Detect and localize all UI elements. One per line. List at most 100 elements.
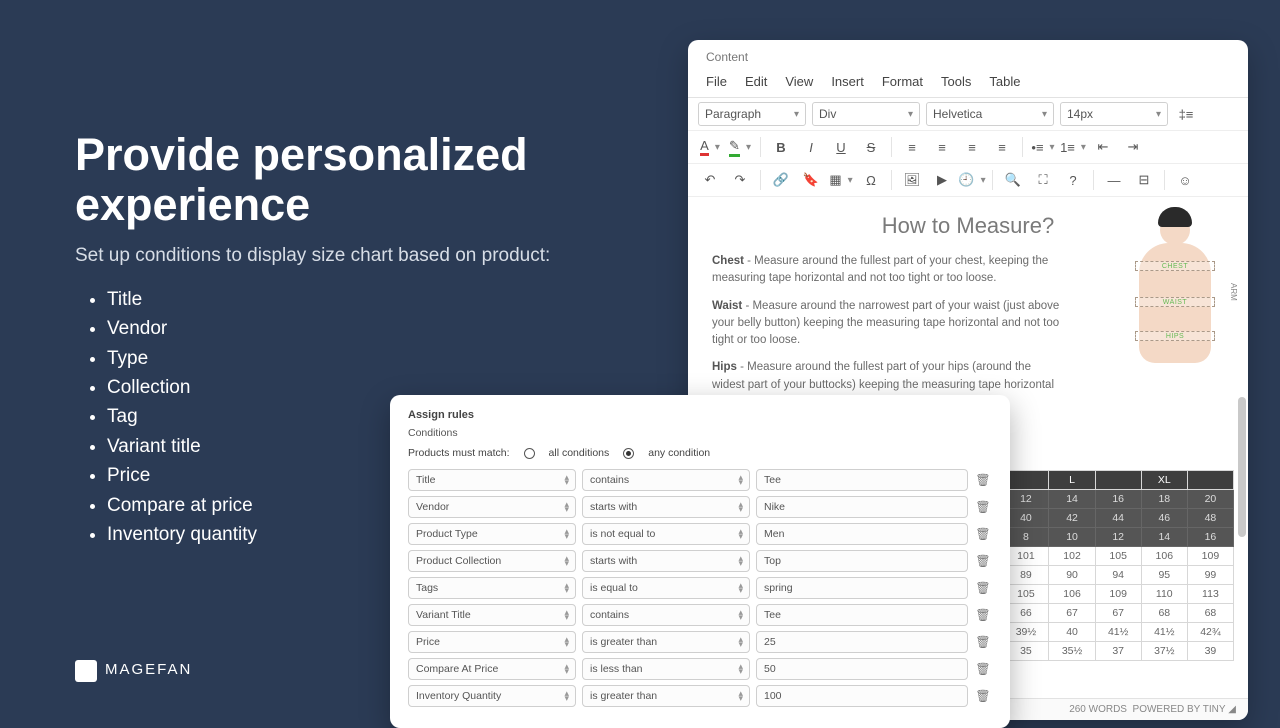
special-char-button[interactable]: Ω [859, 168, 883, 192]
editor-scrollbar[interactable] [1238, 397, 1246, 537]
hips-band-label: HIPS [1135, 331, 1215, 341]
bookmark-button[interactable]: 🔖 [799, 168, 823, 192]
size-col-header [1187, 471, 1233, 490]
undo-button[interactable]: ↶ [698, 168, 722, 192]
highlight-color-button[interactable]: ✎▾ [728, 135, 752, 159]
menu-insert[interactable]: Insert [831, 74, 864, 89]
rule-field-select[interactable]: Product Type▴▾ [408, 523, 576, 545]
rule-value-input[interactable]: 100 [756, 685, 968, 707]
line-height-button[interactable]: ‡≡ [1174, 102, 1198, 126]
rule-row: Variant Title▴▾ contains▴▾ Tee 🗑 [408, 604, 992, 626]
rule-row: Product Collection▴▾ starts with▴▾ Top 🗑 [408, 550, 992, 572]
delete-rule-button[interactable]: 🗑 [974, 473, 992, 487]
match-label: Products must match: [408, 447, 510, 459]
radio-all-conditions[interactable] [524, 448, 535, 459]
rule-operator-select[interactable]: contains▴▾ [582, 604, 750, 626]
powered-by: POWERED BY TINY [1133, 704, 1226, 715]
redo-button[interactable]: ↷ [728, 168, 752, 192]
container-format-select[interactable]: Div▾ [812, 102, 920, 126]
size-cell: 106 [1049, 585, 1095, 604]
size-cell: 44 [1095, 509, 1141, 528]
strikethrough-button[interactable]: S [859, 135, 883, 159]
radio-any-condition[interactable] [623, 448, 634, 459]
text-color-button[interactable]: A▾ [698, 135, 722, 159]
help-button[interactable]: ? [1061, 168, 1085, 192]
content-heading: How to Measure? [712, 213, 1224, 239]
align-right-button[interactable]: ≡ [960, 135, 984, 159]
rule-row: Product Type▴▾ is not equal to▴▾ Men 🗑 [408, 523, 992, 545]
horizontal-rule-button[interactable]: — [1102, 168, 1126, 192]
sort-icon: ▴▾ [738, 529, 742, 540]
rule-field-select[interactable]: Variant Title▴▾ [408, 604, 576, 626]
size-cell: 102 [1049, 547, 1095, 566]
block-format-select[interactable]: Paragraph▾ [698, 102, 806, 126]
rule-operator-select[interactable]: is not equal to▴▾ [582, 523, 750, 545]
delete-rule-button[interactable]: 🗑 [974, 608, 992, 622]
align-left-button[interactable]: ≡ [900, 135, 924, 159]
rule-value-input[interactable]: spring [756, 577, 968, 599]
delete-rule-button[interactable]: 🗑 [974, 527, 992, 541]
bullet-list-button[interactable]: •≡▾ [1031, 135, 1055, 159]
editor-toolbar-text: A▾ ✎▾ B I U S ≡ ≡ ≡ ≡ •≡▾ 1≡▾ ⇤ ⇥ [688, 131, 1248, 164]
rule-value-input[interactable]: Tee [756, 469, 968, 491]
menu-tools[interactable]: Tools [941, 74, 971, 89]
rule-operator-select[interactable]: is equal to▴▾ [582, 577, 750, 599]
delete-rule-button[interactable]: 🗑 [974, 635, 992, 649]
rule-field-select[interactable]: Product Collection▴▾ [408, 550, 576, 572]
rule-value-input[interactable]: Top [756, 550, 968, 572]
rule-operator-select[interactable]: is greater than▴▾ [582, 631, 750, 653]
align-justify-button[interactable]: ≡ [990, 135, 1014, 159]
emoji-button[interactable]: ☺ [1173, 168, 1197, 192]
font-size-select[interactable]: 14px▾ [1060, 102, 1168, 126]
select-all-button[interactable]: ⛶ [1031, 168, 1055, 192]
sort-icon: ▴▾ [738, 502, 742, 513]
radio-any-label: any condition [648, 447, 710, 459]
rule-value-input[interactable]: 25 [756, 631, 968, 653]
bold-button[interactable]: B [769, 135, 793, 159]
image-button[interactable]: 🖼 [900, 168, 924, 192]
menu-edit[interactable]: Edit [745, 74, 767, 89]
outdent-button[interactable]: ⇤ [1091, 135, 1115, 159]
menu-view[interactable]: View [785, 74, 813, 89]
rule-field-select[interactable]: Title▴▾ [408, 469, 576, 491]
indent-button[interactable]: ⇥ [1121, 135, 1145, 159]
datetime-button[interactable]: 🕘▾ [960, 168, 984, 192]
rule-operator-select[interactable]: is less than▴▾ [582, 658, 750, 680]
rule-operator-select[interactable]: starts with▴▾ [582, 496, 750, 518]
menu-file[interactable]: File [706, 74, 727, 89]
rule-value-input[interactable]: Nike [756, 496, 968, 518]
rule-field-select[interactable]: Compare At Price▴▾ [408, 658, 576, 680]
delete-rule-button[interactable]: 🗑 [974, 554, 992, 568]
delete-rule-button[interactable]: 🗑 [974, 581, 992, 595]
rule-field-select[interactable]: Price▴▾ [408, 631, 576, 653]
font-family-select[interactable]: Helvetica▾ [926, 102, 1054, 126]
find-button[interactable]: 🔍 [1001, 168, 1025, 192]
rule-field-select[interactable]: Vendor▴▾ [408, 496, 576, 518]
brand-name: MAGEFAN [105, 661, 192, 678]
rule-value-input[interactable]: 50 [756, 658, 968, 680]
rule-value-input[interactable]: Men [756, 523, 968, 545]
table-button[interactable]: ▦▾ [829, 168, 853, 192]
hero-subtitle: Set up conditions to display size chart … [75, 243, 595, 269]
rule-field-select[interactable]: Tags▴▾ [408, 577, 576, 599]
italic-button[interactable]: I [799, 135, 823, 159]
media-button[interactable]: ▶ [930, 168, 954, 192]
rule-field-select[interactable]: Inventory Quantity▴▾ [408, 685, 576, 707]
menu-table[interactable]: Table [989, 74, 1020, 89]
underline-button[interactable]: U [829, 135, 853, 159]
size-cell: 40 [1049, 623, 1095, 642]
numbered-list-button[interactable]: 1≡▾ [1061, 135, 1085, 159]
menu-format[interactable]: Format [882, 74, 923, 89]
align-center-button[interactable]: ≡ [930, 135, 954, 159]
rule-operator-select[interactable]: contains▴▾ [582, 469, 750, 491]
rule-operator-select[interactable]: is greater than▴▾ [582, 685, 750, 707]
delete-rule-button[interactable]: 🗑 [974, 500, 992, 514]
delete-rule-button[interactable]: 🗑 [974, 662, 992, 676]
delete-rule-button[interactable]: 🗑 [974, 689, 992, 703]
size-col-header [1095, 471, 1141, 490]
link-button[interactable]: 🔗 [769, 168, 793, 192]
rule-operator-select[interactable]: starts with▴▾ [582, 550, 750, 572]
pagebreak-button[interactable]: ⊟ [1132, 168, 1156, 192]
rule-value-input[interactable]: Tee [756, 604, 968, 626]
size-cell: 42¾ [1187, 623, 1233, 642]
